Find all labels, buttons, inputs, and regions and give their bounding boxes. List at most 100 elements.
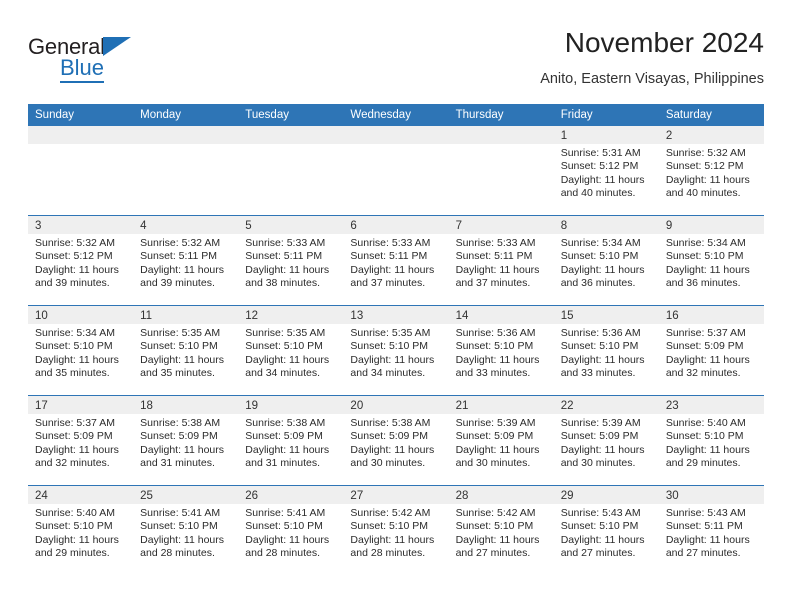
daylight-text-line1: Daylight: 11 hours [560, 173, 645, 186]
day-number: 26 [245, 490, 259, 502]
general-blue-logo[interactable]: General Blue [28, 34, 208, 86]
day-number: 17 [35, 400, 48, 412]
day-number-band: 29 [553, 486, 659, 504]
calendar-day-cell[interactable]: 26 Sunrise: 5:41 AM Sunset: 5:10 PM Dayligh… [238, 486, 344, 575]
calendar-day-cell[interactable]: 24 Sunrise: 5:40 AM Sunset: 5:10 PM Dayligh… [28, 486, 134, 575]
calendar-day-cell[interactable]: 23 Sunrise: 5:40 AM Sunset: 5:10 PM Dayligh… [658, 396, 764, 485]
day-details: Sunrise: 5:35 AM Sunset: 5:10 PM Daylight:… [133, 324, 238, 381]
calendar-day-cell[interactable]: 13 Sunrise: 5:35 AM Sunset: 5:10 PM Dayligh… [343, 306, 449, 395]
calendar-week-row: 24 Sunrise: 5:40 AM Sunset: 5:10 PM Dayligh… [28, 485, 764, 575]
calendar-day-cell[interactable]: 9 Sunrise: 5:34 AM Sunset: 5:10 PM Daylight… [658, 216, 764, 305]
calendar-day-cell-empty [238, 126, 344, 215]
calendar-day-cell[interactable]: 2 Sunrise: 5:32 AM Sunset: 5:12 PM Daylight… [658, 126, 764, 215]
day-number: 5 [245, 220, 252, 232]
day-number-band: 23 [658, 396, 764, 414]
daylight-text-line1: Daylight: 11 hours [560, 353, 645, 366]
daylight-text-line2: and 33 minutes. [560, 367, 636, 380]
daylight-text-line2: and 34 minutes. [245, 367, 320, 380]
sunrise-text: Sunrise: 5:43 AM [560, 507, 641, 519]
calendar-day-cell[interactable]: 6 Sunrise: 5:33 AM Sunset: 5:11 PM Daylight… [343, 216, 449, 305]
calendar-day-cell[interactable]: 18 Sunrise: 5:38 AM Sunset: 5:09 PM Dayligh… [133, 396, 239, 485]
sunset-text: Sunset: 5:10 PM [140, 520, 218, 533]
daylight-text-line2: and 28 minutes. [140, 547, 215, 560]
sunrise-text: Sunrise: 5:33 AM [455, 237, 536, 249]
daylight-text-line2: and 40 minutes. [665, 187, 741, 200]
calendar-day-cell[interactable]: 3 Sunrise: 5:32 AM Sunset: 5:12 PM Daylight… [28, 216, 134, 305]
calendar-page: General Blue November 2024 Anito, Easter… [0, 0, 792, 612]
calendar-day-cell[interactable]: 1 Sunrise: 5:31 AM Sunset: 5:12 PM Daylight… [553, 126, 659, 215]
weekday-header-row: Sunday Monday Tuesday Wednesday Thursday… [28, 104, 764, 126]
daylight-text-line2: and 37 minutes. [350, 277, 426, 290]
calendar-day-cell[interactable]: 30 Sunrise: 5:43 AM Sunset: 5:11 PM Dayligh… [658, 486, 764, 575]
calendar-day-cell[interactable]: 7 Sunrise: 5:33 AM Sunset: 5:11 PM Daylight… [448, 216, 554, 305]
day-details: Sunrise: 5:37 AM Sunset: 5:09 PM Daylight:… [659, 324, 764, 381]
sunset-text: Sunset: 5:10 PM [455, 340, 534, 353]
sunrise-text: Sunrise: 5:33 AM [350, 237, 431, 249]
calendar-day-cell[interactable]: 11 Sunrise: 5:35 AM Sunset: 5:10 PM Dayligh… [133, 306, 239, 395]
sunrise-text: Sunrise: 5:39 AM [455, 417, 536, 429]
day-details: Sunrise: 5:32 AM Sunset: 5:11 PM Daylight:… [133, 234, 238, 291]
calendar-day-cell[interactable]: 14 Sunrise: 5:36 AM Sunset: 5:10 PM Dayligh… [448, 306, 554, 395]
sunrise-text: Sunrise: 5:39 AM [560, 417, 641, 429]
day-details: Sunrise: 5:41 AM Sunset: 5:10 PM Daylight:… [133, 504, 238, 561]
calendar-day-cell[interactable]: 16 Sunrise: 5:37 AM Sunset: 5:09 PM Dayligh… [658, 306, 764, 395]
calendar-day-cell[interactable]: 12 Sunrise: 5:35 AM Sunset: 5:10 PM Dayligh… [238, 306, 344, 395]
sunrise-text: Sunrise: 5:32 AM [35, 237, 115, 249]
day-number-band: 24 [28, 486, 134, 504]
calendar-day-cell[interactable]: 4 Sunrise: 5:32 AM Sunset: 5:11 PM Daylight… [133, 216, 239, 305]
day-details: Sunrise: 5:37 AM Sunset: 5:09 PM Daylight:… [28, 414, 133, 471]
day-number-band: 12 [238, 306, 344, 324]
sunrise-text: Sunrise: 5:35 AM [350, 327, 431, 339]
calendar-day-cell[interactable]: 5 Sunrise: 5:33 AM Sunset: 5:11 PM Daylight… [238, 216, 344, 305]
calendar-day-cell[interactable]: 29 Sunrise: 5:43 AM Sunset: 5:10 PM Dayligh… [553, 486, 659, 575]
day-number: 12 [245, 310, 259, 322]
daylight-text-line2: and 40 minutes. [560, 187, 636, 200]
calendar-day-cell[interactable]: 15 Sunrise: 5:36 AM Sunset: 5:10 PM Dayligh… [553, 306, 659, 395]
sunset-text: Sunset: 5:10 PM [560, 340, 639, 353]
calendar-day-cell[interactable]: 27 Sunrise: 5:42 AM Sunset: 5:10 PM Dayligh… [343, 486, 449, 575]
calendar-day-cell[interactable]: 28 Sunrise: 5:42 AM Sunset: 5:10 PM Dayligh… [448, 486, 554, 575]
day-number-band: 16 [658, 306, 764, 324]
calendar-day-cell[interactable]: 21 Sunrise: 5:39 AM Sunset: 5:09 PM Dayligh… [448, 396, 554, 485]
calendar-day-cell-empty [343, 126, 449, 215]
day-number: 25 [140, 490, 153, 502]
day-number-band [238, 126, 344, 144]
day-number-band: 8 [553, 216, 659, 234]
day-number: 9 [665, 220, 673, 232]
calendar-day-cell[interactable]: 17 Sunrise: 5:37 AM Sunset: 5:09 PM Dayligh… [28, 396, 134, 485]
day-number-band: 13 [343, 306, 449, 324]
day-number: 11 [140, 310, 153, 322]
calendar-day-cell[interactable]: 19 Sunrise: 5:38 AM Sunset: 5:09 PM Dayligh… [238, 396, 344, 485]
sunset-text: Sunset: 5:10 PM [35, 520, 113, 533]
calendar-day-cell[interactable]: 8 Sunrise: 5:34 AM Sunset: 5:10 PM Daylight… [553, 216, 659, 305]
day-details: Sunrise: 5:33 AM Sunset: 5:11 PM Daylight:… [449, 234, 554, 291]
sunset-text: Sunset: 5:12 PM [560, 160, 639, 173]
day-number: 7 [455, 220, 462, 232]
day-details: Sunrise: 5:35 AM Sunset: 5:10 PM Daylight:… [343, 324, 448, 381]
calendar-day-cell[interactable]: 22 Sunrise: 5:39 AM Sunset: 5:09 PM Dayligh… [553, 396, 659, 485]
day-details: Sunrise: 5:32 AM Sunset: 5:12 PM Daylight:… [28, 234, 133, 291]
day-details: Sunrise: 5:34 AM Sunset: 5:10 PM Daylight:… [28, 324, 133, 381]
sunset-text: Sunset: 5:09 PM [245, 430, 323, 443]
daylight-text-line1: Daylight: 11 hours [245, 533, 330, 546]
daylight-text-line1: Daylight: 11 hours [35, 533, 119, 546]
sunrise-text: Sunrise: 5:35 AM [245, 327, 326, 339]
calendar-day-cell[interactable]: 20 Sunrise: 5:38 AM Sunset: 5:09 PM Dayligh… [343, 396, 449, 485]
day-number-band: 26 [238, 486, 344, 504]
daylight-text-line1: Daylight: 11 hours [140, 443, 224, 456]
day-number-band: 6 [343, 216, 449, 234]
sunrise-text: Sunrise: 5:37 AM [665, 327, 746, 339]
sunset-text: Sunset: 5:10 PM [350, 520, 429, 533]
day-number: 29 [560, 490, 574, 502]
calendar-day-cell[interactable]: 25 Sunrise: 5:41 AM Sunset: 5:10 PM Dayligh… [133, 486, 239, 575]
sunset-text: Sunset: 5:10 PM [350, 340, 429, 353]
day-number: 30 [665, 490, 679, 502]
calendar-day-cell[interactable]: 10 Sunrise: 5:34 AM Sunset: 5:10 PM Dayligh… [28, 306, 134, 395]
sunrise-text: Sunrise: 5:38 AM [245, 417, 326, 429]
day-number-band: 27 [343, 486, 449, 504]
day-number-band: 2 [658, 126, 764, 144]
daylight-text-line2: and 29 minutes. [665, 457, 741, 470]
sunset-text: Sunset: 5:10 PM [560, 250, 639, 263]
calendar-week-row: 10 Sunrise: 5:34 AM Sunset: 5:10 PM Dayligh… [28, 305, 764, 395]
day-number-band [343, 126, 449, 144]
